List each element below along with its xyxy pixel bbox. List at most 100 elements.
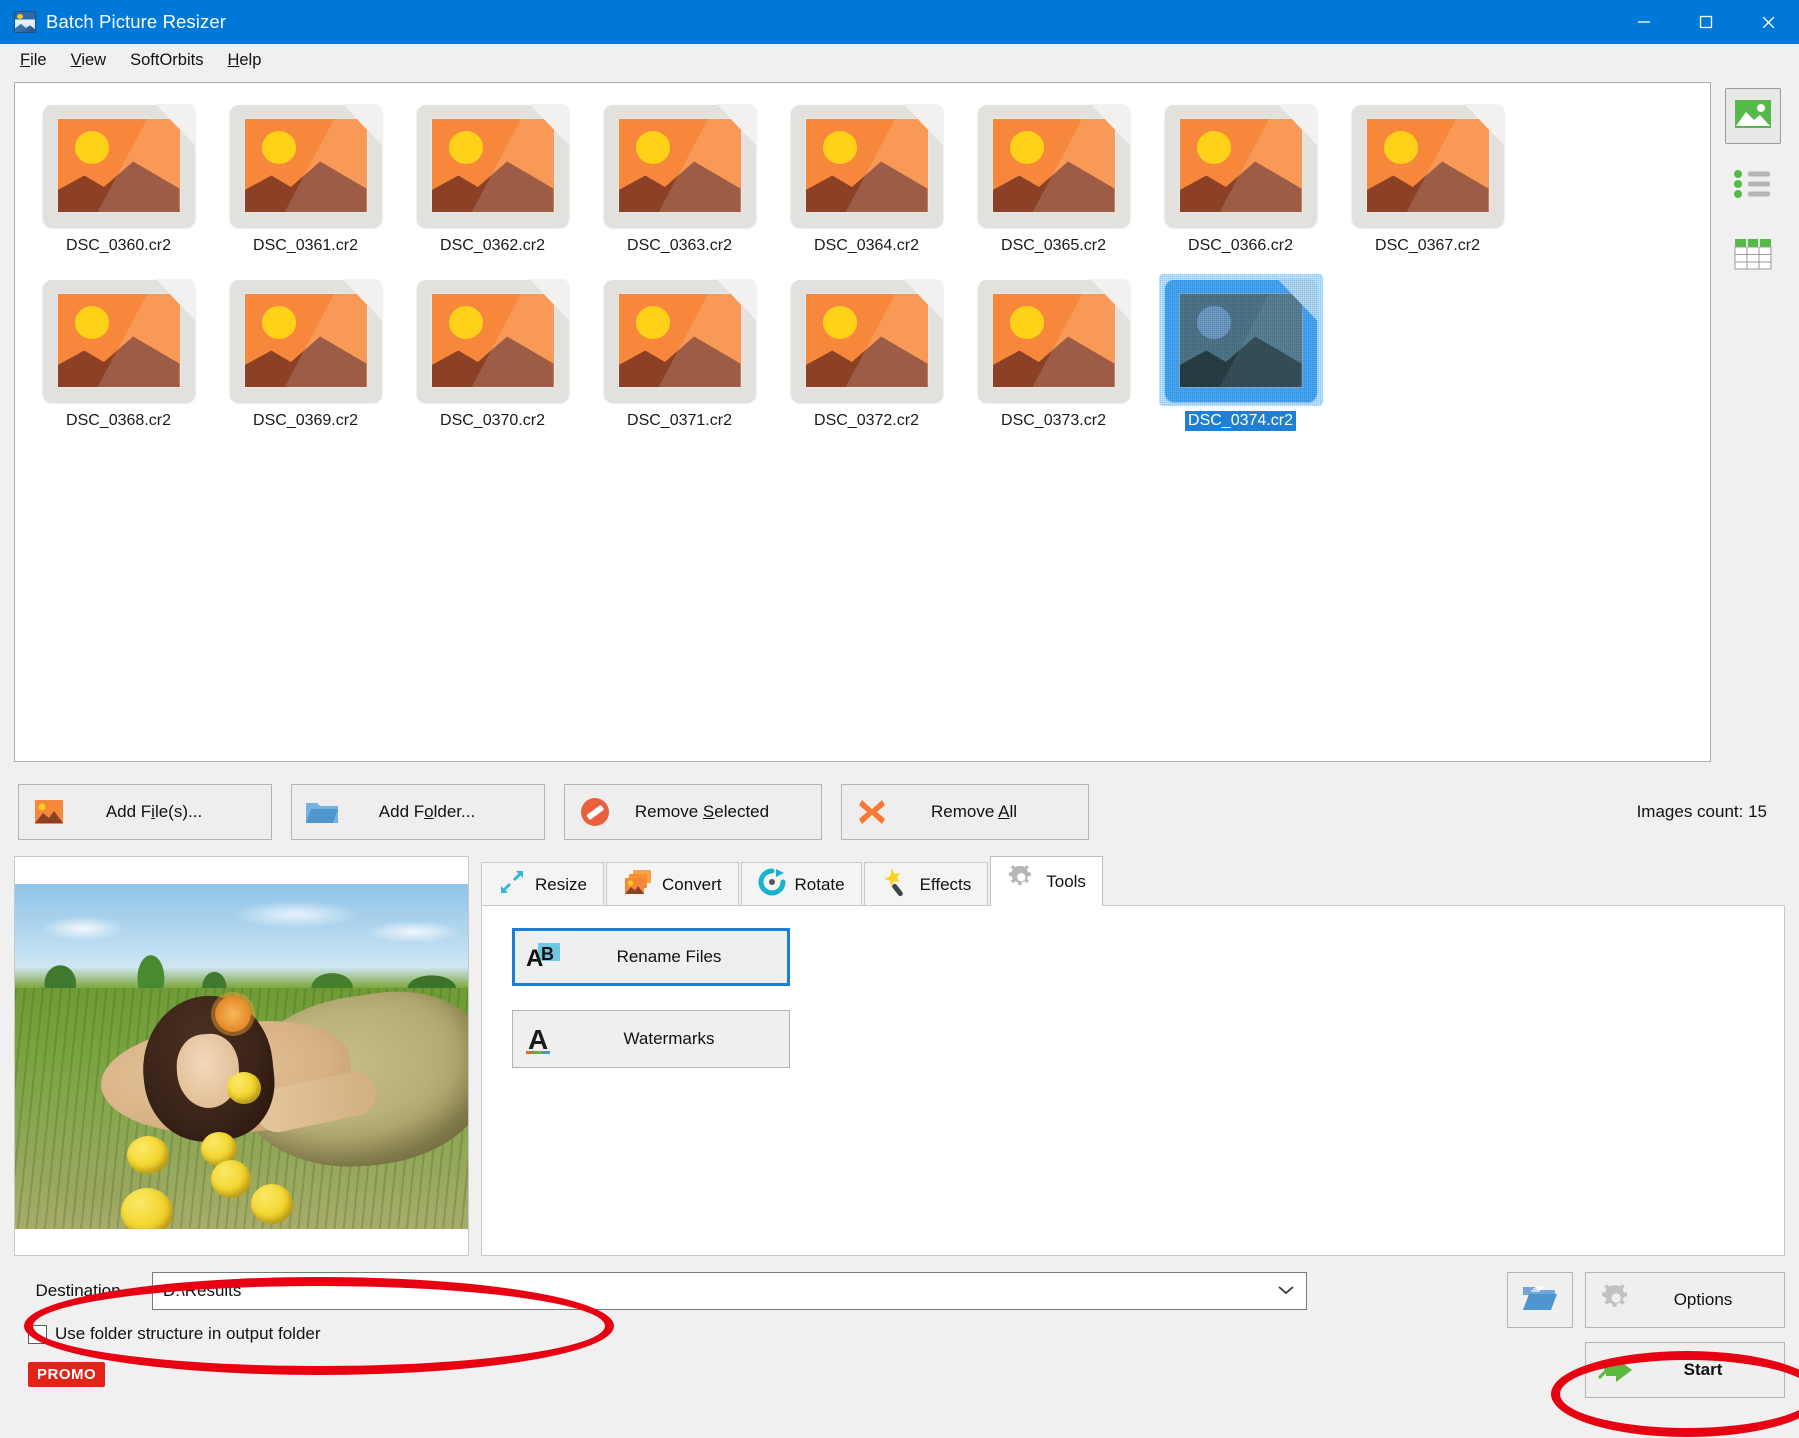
rename-files-button[interactable]: A B Rename Files [512, 928, 790, 986]
app-icon [14, 11, 36, 33]
file-action-row: Add File(s)... Add Folder... [0, 762, 1799, 840]
picture-placeholder-icon [791, 280, 943, 402]
file-thumbnail-item[interactable]: DSC_0368.cr2 [25, 274, 212, 449]
add-files-button[interactable]: Add File(s)... [18, 784, 272, 840]
file-thumbnail-pane[interactable]: DSC_0360.cr2 DSC_0361.cr2 DSC_0362.cr2 DSC_… [14, 82, 1711, 762]
file-thumbnail-label: DSC_0364.cr2 [811, 236, 922, 256]
picture-placeholder-icon [43, 280, 195, 402]
menu-item-file[interactable]: File [8, 47, 59, 74]
svg-text:A: A [528, 1024, 548, 1055]
picture-placeholder-icon [43, 105, 195, 227]
destination-value: D:\Results [163, 1281, 241, 1301]
file-thumbnail-label: DSC_0370.cr2 [437, 411, 548, 431]
watermark-a-icon: A [513, 1023, 569, 1055]
picture-placeholder-icon [230, 105, 382, 227]
tab-rotate[interactable]: Rotate [741, 862, 862, 906]
file-thumbnail-item[interactable]: DSC_0364.cr2 [773, 99, 960, 274]
picture-placeholder-icon [604, 105, 756, 227]
options-label: Options [1648, 1290, 1784, 1310]
resize-arrows-icon [498, 868, 526, 901]
file-thumbnail-label: DSC_0366.cr2 [1185, 236, 1296, 256]
file-thumbnail-item[interactable]: DSC_0365.cr2 [960, 99, 1147, 274]
svg-text:B: B [541, 944, 554, 964]
maximize-icon[interactable] [1675, 0, 1737, 44]
watermarks-button[interactable]: A Watermarks [512, 1010, 790, 1068]
file-thumbnail-item[interactable]: DSC_0370.cr2 [399, 274, 586, 449]
file-thumbnail-label: DSC_0363.cr2 [624, 236, 735, 256]
file-thumbnail-item[interactable]: DSC_0374.cr2 [1147, 274, 1334, 449]
file-thumbnail-item[interactable]: DSC_0367.cr2 [1334, 99, 1521, 274]
photo-apple [211, 1160, 251, 1198]
photo-treeline [15, 942, 468, 994]
file-thumbnail-item[interactable]: DSC_0360.cr2 [25, 99, 212, 274]
photo-apple [227, 1072, 261, 1104]
tab-effects-label: Effects [920, 875, 972, 895]
picture-placeholder-icon [1165, 280, 1317, 402]
tab-resize[interactable]: Resize [481, 862, 604, 906]
options-button[interactable]: Options [1585, 1272, 1785, 1328]
destination-input[interactable]: D:\Results [152, 1272, 1307, 1310]
thumbnail-view-button[interactable] [1725, 88, 1781, 144]
menu-label-file: ile [30, 51, 47, 69]
use-folder-structure-checkbox[interactable] [28, 1325, 47, 1344]
menu-item-view[interactable]: View [59, 47, 118, 74]
file-thumbnail-item[interactable]: DSC_0372.cr2 [773, 274, 960, 449]
images-count-label: Images count: 15 [1637, 802, 1785, 822]
minimize-icon[interactable] [1613, 0, 1675, 44]
file-thumbnail-item[interactable]: DSC_0362.cr2 [399, 99, 586, 274]
promo-badge[interactable]: PROMO [28, 1362, 105, 1387]
picture-placeholder-icon [417, 280, 569, 402]
file-thumbnail-item[interactable]: DSC_0361.cr2 [212, 99, 399, 274]
gear-icon [1586, 1283, 1648, 1317]
table-view-button[interactable] [1725, 228, 1781, 284]
window-title: Batch Picture Resizer [46, 11, 226, 33]
remove-all-x-icon [850, 796, 894, 828]
convert-images-icon [623, 868, 653, 901]
picture-placeholder-icon [604, 280, 756, 402]
picture-placeholder-icon [1165, 105, 1317, 227]
bottom-zone: Destination D:\Results Use folder struct… [0, 1256, 1799, 1387]
file-thumbnail-label: DSC_0361.cr2 [250, 236, 361, 256]
file-thumbnail-label: DSC_0374.cr2 [1185, 411, 1296, 431]
file-thumbnail-label: DSC_0360.cr2 [63, 236, 174, 256]
tab-strip: Resize Convert [481, 856, 1785, 906]
tab-tools-label: Tools [1046, 872, 1086, 892]
tab-effects[interactable]: Effects [864, 862, 989, 906]
photo-apple [127, 1136, 169, 1174]
file-thumbnail-item[interactable]: DSC_0373.cr2 [960, 274, 1147, 449]
tab-convert-label: Convert [662, 875, 722, 895]
remove-selected-label: Remove Selected [617, 802, 813, 822]
list-view-button[interactable] [1725, 158, 1781, 214]
start-label: Start [1648, 1360, 1784, 1380]
picture-placeholder-icon [978, 280, 1130, 402]
browse-folder-button[interactable] [1507, 1272, 1573, 1328]
tab-convert[interactable]: Convert [606, 862, 739, 906]
menu-item-softorbits[interactable]: SoftOrbits [118, 47, 215, 74]
tab-tools[interactable]: Tools [990, 856, 1103, 906]
rename-files-label: Rename Files [571, 947, 787, 967]
photo-apple [251, 1184, 293, 1224]
gear-icon [1007, 864, 1037, 899]
table-icon [1734, 238, 1772, 275]
remove-all-button[interactable]: Remove All [841, 784, 1089, 840]
image-preview [14, 856, 469, 1256]
list-icon [1733, 168, 1773, 205]
start-button[interactable]: Start [1585, 1342, 1785, 1398]
file-thumbnail-item[interactable]: DSC_0366.cr2 [1147, 99, 1334, 274]
file-thumbnail-label: DSC_0369.cr2 [250, 411, 361, 431]
remove-selected-button[interactable]: Remove Selected [564, 784, 822, 840]
ab-rename-icon: A B [515, 941, 571, 973]
file-thumbnail-item[interactable]: DSC_0363.cr2 [586, 99, 773, 274]
file-thumbnail-label: DSC_0373.cr2 [998, 411, 1109, 431]
file-thumbnail-item[interactable]: DSC_0371.cr2 [586, 274, 773, 449]
chevron-down-icon[interactable] [1276, 1281, 1296, 1301]
file-thumbnail-label: DSC_0371.cr2 [624, 411, 735, 431]
photo-flower [215, 996, 251, 1032]
file-thumbnail-item[interactable]: DSC_0369.cr2 [212, 274, 399, 449]
menu-item-help[interactable]: Help [215, 47, 273, 74]
view-mode-bar [1721, 82, 1785, 762]
close-icon[interactable] [1737, 0, 1799, 44]
add-folder-button[interactable]: Add Folder... [291, 784, 545, 840]
menu-bar: File View SoftOrbits Help [0, 44, 1799, 76]
file-thumbnail-label: DSC_0365.cr2 [998, 236, 1109, 256]
